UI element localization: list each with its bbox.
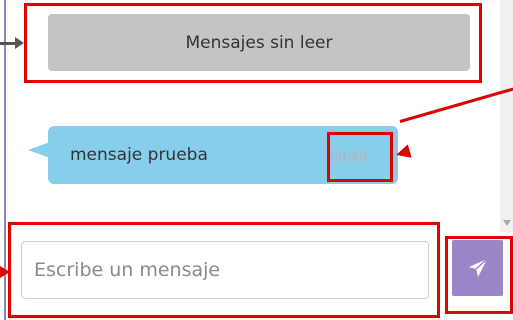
annotation-arrow-input bbox=[0, 266, 10, 278]
annotation-arrow-line bbox=[399, 84, 513, 123]
chat-scrollbar[interactable] bbox=[500, 0, 513, 232]
annotation-box-input bbox=[8, 222, 440, 318]
gray-pointer-arrow bbox=[0, 37, 24, 49]
message-bubble-tail bbox=[28, 142, 50, 158]
annotation-box-time bbox=[327, 132, 393, 182]
annotation-box-send bbox=[445, 236, 513, 314]
message-text: mensaje prueba bbox=[70, 145, 208, 165]
scroll-down-arrow-icon[interactable] bbox=[503, 220, 511, 226]
annotation-arrow-head bbox=[394, 144, 412, 162]
annotation-box-unread bbox=[24, 3, 482, 83]
